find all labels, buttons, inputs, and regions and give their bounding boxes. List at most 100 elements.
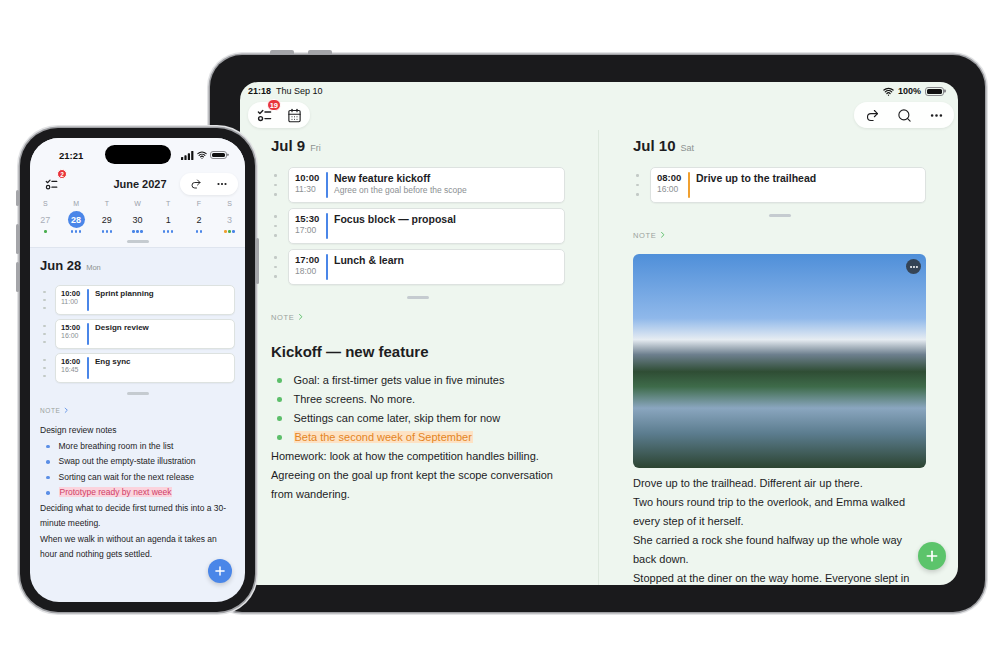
week-day[interactable]: T1 (153, 199, 184, 233)
weekday-letter: T (105, 199, 109, 209)
event-row: 15:0016:00Design review (40, 319, 235, 349)
note-line: Drove up to the trailhead. Different air… (633, 474, 926, 493)
event-title: Lunch & learn (334, 254, 404, 267)
event-row: 16:0016:45Eng sync (40, 353, 235, 383)
event-row: 17:0018:00 Lunch & learn (271, 249, 565, 285)
calendar-button[interactable] (284, 105, 304, 125)
ellipsis-icon (909, 262, 919, 272)
event-subtitle: Agree on the goal before the scope (334, 185, 467, 196)
volume-button (16, 262, 19, 292)
week-day[interactable]: W30 (122, 199, 153, 233)
event-end: 16:00 (61, 332, 85, 341)
note-label[interactable]: NOTE (271, 312, 565, 322)
timeline-rail (40, 285, 55, 315)
week-day[interactable]: F2 (184, 199, 215, 233)
day-header: Jul 10Sat (633, 136, 926, 158)
drag-handle[interactable] (769, 214, 791, 217)
timeline-rail (40, 353, 55, 383)
note[interactable]: NOTEKickoff — new featureGoal: a first-t… (271, 312, 565, 504)
note-bullet: Beta the second week of September (271, 428, 565, 447)
redo-button[interactable] (862, 105, 882, 125)
side-button (256, 238, 259, 284)
more-button[interactable] (214, 176, 230, 192)
event-card[interactable]: 08:0016:00Drive up to the trailhead (650, 167, 926, 203)
note-bullet: Swap out the empty-state illustration (40, 454, 235, 470)
calendar-icon (287, 108, 302, 123)
note-bullet: Sorting can wait for the next release (40, 470, 235, 486)
volume-button (16, 224, 19, 254)
timeline-rail (271, 208, 288, 244)
event-times: 17:0018:00 (295, 254, 324, 280)
day-column: Jul 10Sat 08:0016:00Drive up to the trail… (598, 130, 958, 585)
event-start: 17:00 (295, 254, 324, 266)
week-day[interactable]: T29 (91, 199, 122, 233)
event-card[interactable]: 15:0016:00Design review (55, 319, 235, 349)
event-end: 18:00 (295, 266, 324, 277)
note-bullet: Prototype ready by next week (40, 485, 235, 501)
note-line: Agreeing on the goal up front kept the s… (271, 466, 565, 504)
event-start: 10:00 (295, 172, 324, 184)
battery-percent: 100% (898, 86, 921, 96)
event-card[interactable]: 10:0011:00Sprint planning (55, 285, 235, 315)
week-day[interactable]: S3 (214, 199, 245, 233)
add-button[interactable] (918, 542, 946, 570)
event-dots (44, 230, 47, 233)
more-button[interactable] (926, 105, 946, 125)
bullet-text: Three screens. No more. (294, 393, 416, 405)
date-number: 1 (160, 211, 177, 228)
day-date: Jun 28 (40, 258, 81, 274)
event-list: 10:0011:00Sprint planning 15:0016:00Desig… (40, 285, 235, 383)
event-card[interactable]: 15:3017:00Focus block — proposal (288, 208, 565, 244)
event-end: 11:00 (61, 298, 85, 307)
day-weekday: Mon (86, 260, 101, 276)
plus-icon (213, 564, 227, 578)
search-button[interactable] (894, 105, 914, 125)
bullet-text: Swap out the empty-state illustration (59, 456, 196, 466)
search-icon (897, 108, 912, 123)
volume-button (308, 50, 332, 54)
tasks-badge: 2 (57, 169, 67, 179)
action-button (16, 190, 19, 206)
event-start: 10:00 (61, 289, 85, 298)
event-card[interactable]: 16:0016:45Eng sync (55, 353, 235, 383)
device-showcase: 21:18Thu Sep 10100%19Jul 9Fri10:0011:30N… (0, 0, 1000, 671)
photo[interactable] (633, 254, 926, 468)
add-button[interactable] (208, 559, 232, 583)
month-title[interactable]: June 2027 (113, 178, 166, 190)
drag-handle[interactable] (127, 240, 149, 243)
status-time: 21:18 (248, 86, 271, 96)
note[interactable]: NOTE Drove up to the trailhead. Different… (633, 230, 926, 585)
event-color-bar (87, 289, 89, 311)
event-list: 10:0011:30New feature kickoffAgree on th… (271, 167, 565, 285)
event-card[interactable]: 10:0011:30New feature kickoffAgree on th… (288, 167, 565, 203)
event-color-bar (688, 172, 690, 198)
event-card[interactable]: 17:0018:00 Lunch & learn (288, 249, 565, 285)
tasks-button[interactable]: 2 (42, 175, 60, 193)
note[interactable]: NOTEDesign review notesMore breathing ro… (40, 405, 235, 563)
toolbar-right-group (180, 173, 238, 195)
day-date: Jul 9 (271, 136, 305, 156)
note-label[interactable]: NOTE (40, 405, 235, 415)
week-day[interactable]: S27 (30, 199, 61, 233)
event-title: New feature kickoff (334, 172, 467, 185)
event-color-bar (326, 213, 328, 239)
redo-button[interactable] (188, 176, 204, 192)
timeline-rail (271, 249, 288, 285)
drag-handle[interactable] (407, 296, 429, 299)
battery-icon (925, 87, 944, 96)
note-label[interactable]: NOTE (633, 230, 926, 240)
week-day[interactable]: M28 (61, 199, 92, 233)
event-title: Eng sync (95, 357, 131, 367)
highlight: Beta the second week of September (294, 431, 473, 443)
note-heading: Kickoff — new feature (271, 342, 565, 362)
photo-more-button[interactable] (906, 259, 921, 274)
event-list: 08:0016:00Drive up to the trailhead (633, 167, 926, 203)
drag-handle[interactable] (127, 392, 149, 395)
tasks-badge: 19 (267, 99, 281, 111)
event-end: 17:00 (295, 225, 324, 236)
chevron-right-icon (62, 406, 71, 415)
tasks-button[interactable]: 19 (254, 105, 274, 125)
wifi-icon (883, 86, 894, 97)
battery-icon (210, 151, 227, 159)
event-dots (71, 230, 82, 233)
